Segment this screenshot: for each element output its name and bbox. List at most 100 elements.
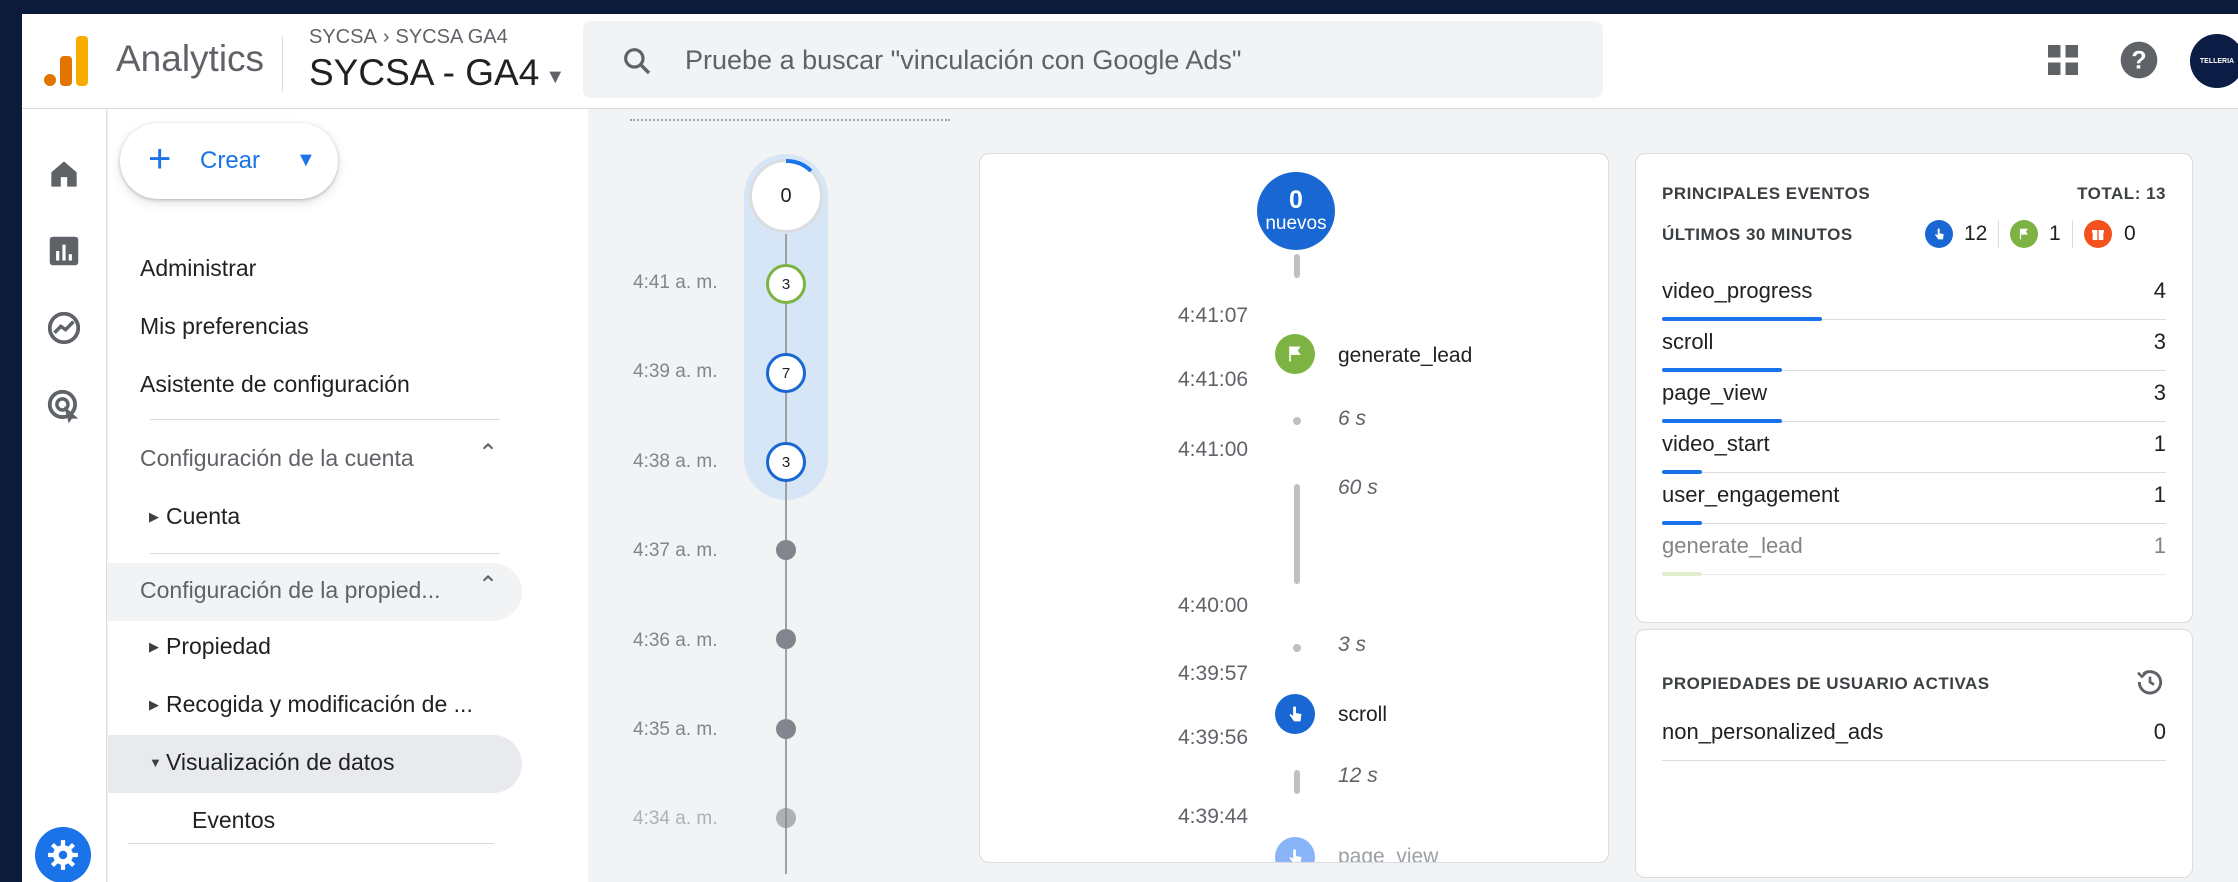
event-name: video_start (1662, 431, 1770, 456)
section-property-settings[interactable]: Configuración de la propied... (140, 577, 440, 604)
user-property-value: 0 (2153, 719, 2166, 744)
expand-arrow-icon: ▶ (149, 509, 159, 524)
flag-icon[interactable] (1275, 334, 1315, 374)
caret-down-icon: ▼ (296, 149, 316, 171)
chevron-up-icon[interactable]: ⌃ (478, 571, 498, 600)
search-bar[interactable]: Pruebe a buscar "vinculación con Google … (583, 21, 1603, 98)
expand-arrow-icon: ▶ (149, 697, 159, 712)
top-events-card: PRINCIPALES EVENTOS TOTAL: 13 ÚLTIMOS 30… (1635, 153, 2193, 623)
chevron-up-icon[interactable]: ⌃ (478, 439, 498, 468)
event-row[interactable]: page_view 3 (1662, 371, 2166, 423)
nav-item-property[interactable]: Propiedad (166, 633, 271, 660)
avatar[interactable]: TELLERIA (2190, 34, 2238, 88)
event-count: 3 (2153, 329, 2166, 354)
stream-time: 4:40:00 (1178, 594, 1249, 617)
badge-value: 1 (2049, 222, 2061, 245)
plus-icon: + (148, 137, 172, 181)
timeline-empty-dot[interactable] (776, 808, 796, 828)
badge-separator (2072, 220, 2073, 248)
stream-time: 4:41:00 (1178, 438, 1249, 461)
stream-duration: 60 s (1338, 476, 1378, 499)
nav-item-data-collection[interactable]: Recogida y modificación de ... (166, 691, 473, 718)
dotted-separator (630, 119, 950, 121)
event-row[interactable]: generate_lead 1 (1662, 524, 2166, 576)
create-button[interactable]: + Crear ▼ (120, 123, 338, 199)
collapse-arrow-icon: ▼ (149, 755, 162, 770)
nav-item-setup-assistant[interactable]: Asistente de configuración (140, 371, 410, 398)
stream-gap-bar (1294, 770, 1300, 794)
event-count: 4 (2153, 278, 2166, 303)
timeline-time: 4:38 a. m. (633, 451, 718, 472)
divider (150, 553, 500, 554)
timeline-empty-dot[interactable] (776, 719, 796, 739)
nav-item-admin[interactable]: Administrar (140, 255, 256, 282)
event-row[interactable]: scroll 3 (1662, 320, 2166, 372)
nav-item-preferences[interactable]: Mis preferencias (140, 313, 309, 340)
event-name: user_engagement (1662, 482, 1840, 507)
stream-event-scroll[interactable]: scroll (1338, 703, 1387, 727)
divider (150, 419, 500, 420)
admin-settings-button[interactable] (35, 827, 91, 882)
timeline-count-node[interactable]: 3 (766, 264, 806, 304)
stream-time: 4:41:06 (1178, 368, 1249, 391)
nav-item-events[interactable]: Eventos (192, 807, 275, 834)
top-events-total: TOTAL: 13 (2077, 184, 2166, 203)
nav-rail (22, 109, 107, 882)
timeline-time: 4:39 a. m. (633, 361, 718, 382)
event-row[interactable]: video_start 1 (1662, 422, 2166, 474)
event-row[interactable]: user_engagement 1 (1662, 473, 2166, 525)
caret-down-icon: ▼ (545, 65, 566, 88)
stream-time: 4:39:57 (1178, 662, 1249, 685)
product-name: Analytics (116, 38, 265, 79)
history-icon[interactable] (2134, 666, 2166, 698)
touch-icon[interactable] (1275, 694, 1315, 734)
timeline-time: 4:37 a. m. (633, 540, 718, 561)
property-name: SYCSA - GA4 (309, 52, 540, 93)
section-account-settings[interactable]: Configuración de la cuenta (140, 445, 414, 472)
reports-icon[interactable] (45, 232, 83, 270)
apps-grid-icon[interactable] (2043, 40, 2083, 80)
nav-item-data-display[interactable]: Visualización de datos (166, 749, 394, 776)
flag-icon (2010, 220, 2038, 248)
timeline-empty-dot[interactable] (776, 540, 796, 560)
event-stream-card: 0 nuevos 4:41:07 generate_lead 4:41:06 6… (979, 153, 1609, 863)
collapse-nav-icon[interactable]: ‹ (476, 869, 487, 882)
user-property-row[interactable]: non_personalized_ads 0 (1662, 710, 2166, 761)
event-row[interactable]: video_progress 4 (1662, 269, 2166, 321)
breadcrumb[interactable]: SYCSA › SYCSA GA4 (309, 26, 508, 49)
touch-icon[interactable] (1275, 837, 1315, 862)
badge-value: 0 (2124, 222, 2136, 245)
timeline-count-node[interactable]: 3 (766, 442, 806, 482)
home-icon[interactable] (45, 155, 83, 193)
event-name: generate_lead (1662, 533, 1803, 558)
timeline-count-node[interactable]: 7 (766, 353, 806, 393)
breadcrumb-account[interactable]: SYCSA (309, 26, 377, 49)
create-label: Crear (200, 147, 261, 174)
header-divider (282, 36, 283, 92)
stream-event-generate-lead[interactable]: generate_lead (1338, 344, 1472, 368)
breadcrumb-property[interactable]: SYCSA GA4 (395, 26, 507, 49)
stream-duration: 6 s (1338, 407, 1367, 430)
stream-time: 4:39:44 (1178, 805, 1249, 828)
chevron-right-icon: › (382, 26, 390, 48)
property-selector[interactable]: SYCSA - GA4 ▼ (309, 52, 565, 94)
divider (128, 843, 494, 844)
app: Analytics SYCSA › SYCSA GA4 SYCSA - GA4 … (22, 14, 2238, 882)
new-events-button[interactable]: 0 nuevos (1257, 172, 1335, 250)
new-label: nuevos (1265, 213, 1327, 234)
user-properties-card: PROPIEDADES DE USUARIO ACTIVAS non_perso… (1635, 629, 2193, 878)
user-property-name: non_personalized_ads (1662, 719, 1884, 744)
stream-duration: 12 s (1338, 764, 1378, 787)
analytics-logo[interactable] (44, 36, 88, 86)
event-name: page_view (1662, 380, 1768, 405)
advertising-icon[interactable] (45, 387, 83, 425)
help-icon[interactable]: ? (2119, 40, 2159, 80)
stream-event-page-view[interactable]: page_view (1338, 845, 1438, 862)
svg-text:?: ? (2131, 46, 2146, 74)
timeline-empty-dot[interactable] (776, 629, 796, 649)
nav-item-account[interactable]: Cuenta (166, 503, 240, 530)
event-count: 1 (2153, 533, 2166, 558)
explore-icon[interactable] (45, 309, 83, 347)
touch-icon (1925, 220, 1953, 248)
progress-arc (785, 159, 813, 173)
